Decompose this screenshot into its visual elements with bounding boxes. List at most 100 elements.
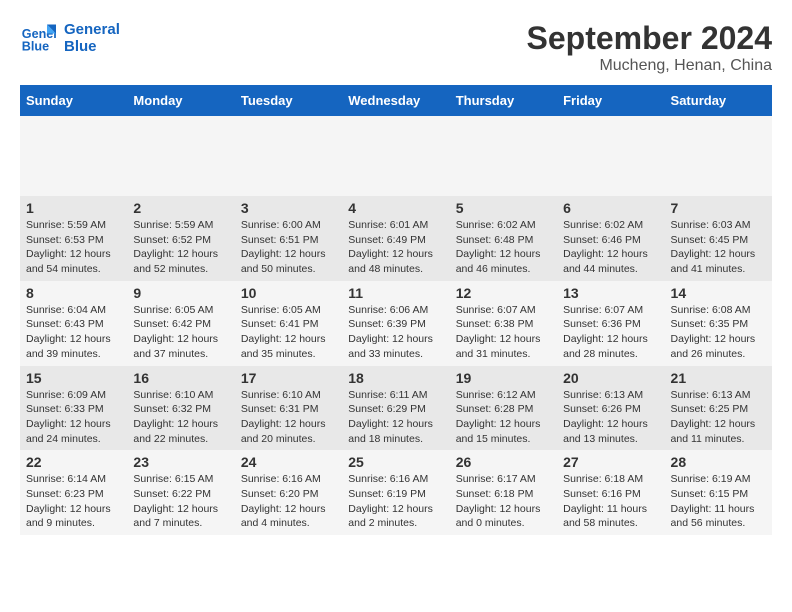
day-info: Sunrise: 6:07 AMSunset: 6:36 PMDaylight:…	[563, 303, 658, 362]
day-info: Sunrise: 6:16 AMSunset: 6:19 PMDaylight:…	[348, 472, 443, 531]
logo-text-blue: Blue	[64, 38, 120, 55]
day-number: 2	[133, 200, 228, 216]
title-area: September 2024 Mucheng, Henan, China	[527, 20, 772, 75]
calendar-cell: 10 Sunrise: 6:05 AMSunset: 6:41 PMDayligh…	[235, 281, 342, 366]
day-info: Sunrise: 5:59 AMSunset: 6:53 PMDaylight:…	[26, 218, 121, 277]
day-info: Sunrise: 6:12 AMSunset: 6:28 PMDaylight:…	[456, 388, 551, 447]
day-number: 26	[456, 454, 551, 470]
calendar-cell: 27 Sunrise: 6:18 AMSunset: 6:16 PMDayligh…	[557, 450, 664, 535]
week-row-4: 15 Sunrise: 6:09 AMSunset: 6:33 PMDayligh…	[20, 366, 772, 451]
day-number: 21	[671, 370, 766, 386]
day-number: 16	[133, 370, 228, 386]
day-number: 10	[241, 285, 336, 301]
calendar-cell: 12 Sunrise: 6:07 AMSunset: 6:38 PMDayligh…	[450, 281, 557, 366]
calendar-cell: 15 Sunrise: 6:09 AMSunset: 6:33 PMDayligh…	[20, 366, 127, 451]
day-info: Sunrise: 6:18 AMSunset: 6:16 PMDaylight:…	[563, 472, 658, 531]
day-info: Sunrise: 6:13 AMSunset: 6:26 PMDaylight:…	[563, 388, 658, 447]
day-info: Sunrise: 6:19 AMSunset: 6:15 PMDaylight:…	[671, 472, 766, 531]
header-wednesday: Wednesday	[342, 85, 449, 116]
day-number: 12	[456, 285, 551, 301]
day-info: Sunrise: 6:06 AMSunset: 6:39 PMDaylight:…	[348, 303, 443, 362]
calendar-cell: 25 Sunrise: 6:16 AMSunset: 6:19 PMDayligh…	[342, 450, 449, 535]
calendar-cell: 24Sunrise: 6:16 AMSunset: 6:20 PMDayligh…	[235, 450, 342, 535]
day-info: Sunrise: 6:14 AMSunset: 6:23 PMDaylight:…	[26, 472, 121, 531]
calendar-cell: 22 Sunrise: 6:14 AMSunset: 6:23 PMDayligh…	[20, 450, 127, 535]
day-number: 17	[241, 370, 336, 386]
week-row-3: 8 Sunrise: 6:04 AMSunset: 6:43 PMDaylight…	[20, 281, 772, 366]
day-number: 13	[563, 285, 658, 301]
calendar-cell: 20 Sunrise: 6:13 AMSunset: 6:26 PMDayligh…	[557, 366, 664, 451]
svg-text:Blue: Blue	[22, 40, 49, 54]
day-number: 4	[348, 200, 443, 216]
calendar-cell: 19 Sunrise: 6:12 AMSunset: 6:28 PMDayligh…	[450, 366, 557, 451]
page-header: General Blue General Blue September 2024…	[20, 20, 772, 75]
calendar-cell: 5 Sunrise: 6:02 AMSunset: 6:48 PMDaylight…	[450, 196, 557, 281]
day-number: 8	[26, 285, 121, 301]
week-row-5: 22 Sunrise: 6:14 AMSunset: 6:23 PMDayligh…	[20, 450, 772, 535]
day-number: 24	[241, 454, 336, 470]
day-info: Sunrise: 6:05 AMSunset: 6:41 PMDaylight:…	[241, 303, 336, 362]
day-number: 27	[563, 454, 658, 470]
calendar-cell	[450, 116, 557, 196]
header-sunday: Sunday	[20, 85, 127, 116]
calendar-cell	[342, 116, 449, 196]
calendar-cell: 28 Sunrise: 6:19 AMSunset: 6:15 PMDayligh…	[665, 450, 772, 535]
day-number: 22	[26, 454, 121, 470]
day-number: 28	[671, 454, 766, 470]
calendar-cell: 3 Sunrise: 6:00 AMSunset: 6:51 PMDaylight…	[235, 196, 342, 281]
calendar-cell: 17Sunrise: 6:10 AMSunset: 6:31 PMDayligh…	[235, 366, 342, 451]
day-number: 23	[133, 454, 228, 470]
day-info: Sunrise: 6:17 AMSunset: 6:18 PMDaylight:…	[456, 472, 551, 531]
header-friday: Friday	[557, 85, 664, 116]
day-headers: Sunday Monday Tuesday Wednesday Thursday…	[20, 85, 772, 116]
day-info: Sunrise: 6:15 AMSunset: 6:22 PMDaylight:…	[133, 472, 228, 531]
logo-text-general: General	[64, 21, 120, 38]
day-number: 9	[133, 285, 228, 301]
day-number: 3	[241, 200, 336, 216]
week-row-2: 1 Sunrise: 5:59 AMSunset: 6:53 PMDaylight…	[20, 196, 772, 281]
calendar-cell	[20, 116, 127, 196]
calendar-cell	[235, 116, 342, 196]
calendar-cell: 2 Sunrise: 5:59 AMSunset: 6:52 PMDaylight…	[127, 196, 234, 281]
calendar-cell: 7Sunrise: 6:03 AMSunset: 6:45 PMDaylight…	[665, 196, 772, 281]
day-number: 25	[348, 454, 443, 470]
day-number: 6	[563, 200, 658, 216]
location: Mucheng, Henan, China	[527, 57, 772, 75]
day-info: Sunrise: 6:11 AMSunset: 6:29 PMDaylight:…	[348, 388, 443, 447]
calendar-cell: 1 Sunrise: 5:59 AMSunset: 6:53 PMDaylight…	[20, 196, 127, 281]
header-tuesday: Tuesday	[235, 85, 342, 116]
day-number: 7	[671, 200, 766, 216]
calendar-cell: 8 Sunrise: 6:04 AMSunset: 6:43 PMDaylight…	[20, 281, 127, 366]
header-monday: Monday	[127, 85, 234, 116]
logo-icon: General Blue	[20, 20, 56, 56]
calendar-cell	[127, 116, 234, 196]
day-info: Sunrise: 6:08 AMSunset: 6:35 PMDaylight:…	[671, 303, 766, 362]
day-info: Sunrise: 6:04 AMSunset: 6:43 PMDaylight:…	[26, 303, 121, 362]
calendar-cell: 4Sunrise: 6:01 AMSunset: 6:49 PMDaylight…	[342, 196, 449, 281]
day-info: Sunrise: 6:09 AMSunset: 6:33 PMDaylight:…	[26, 388, 121, 447]
day-info: Sunrise: 6:13 AMSunset: 6:25 PMDaylight:…	[671, 388, 766, 447]
calendar-cell: 14Sunrise: 6:08 AMSunset: 6:35 PMDayligh…	[665, 281, 772, 366]
day-info: Sunrise: 6:02 AMSunset: 6:48 PMDaylight:…	[456, 218, 551, 277]
day-number: 5	[456, 200, 551, 216]
day-info: Sunrise: 6:10 AMSunset: 6:32 PMDaylight:…	[133, 388, 228, 447]
week-row-1	[20, 116, 772, 196]
calendar-cell	[557, 116, 664, 196]
calendar-cell: 16 Sunrise: 6:10 AMSunset: 6:32 PMDayligh…	[127, 366, 234, 451]
calendar-cell: 13 Sunrise: 6:07 AMSunset: 6:36 PMDayligh…	[557, 281, 664, 366]
day-number: 11	[348, 285, 443, 301]
logo: General Blue General Blue	[20, 20, 120, 56]
calendar-cell: 11 Sunrise: 6:06 AMSunset: 6:39 PMDayligh…	[342, 281, 449, 366]
day-info: Sunrise: 6:02 AMSunset: 6:46 PMDaylight:…	[563, 218, 658, 277]
day-number: 19	[456, 370, 551, 386]
day-number: 18	[348, 370, 443, 386]
day-info: Sunrise: 5:59 AMSunset: 6:52 PMDaylight:…	[133, 218, 228, 277]
day-info: Sunrise: 6:07 AMSunset: 6:38 PMDaylight:…	[456, 303, 551, 362]
day-info: Sunrise: 6:05 AMSunset: 6:42 PMDaylight:…	[133, 303, 228, 362]
day-number: 20	[563, 370, 658, 386]
day-number: 15	[26, 370, 121, 386]
day-info: Sunrise: 6:00 AMSunset: 6:51 PMDaylight:…	[241, 218, 336, 277]
calendar-cell: 6 Sunrise: 6:02 AMSunset: 6:46 PMDaylight…	[557, 196, 664, 281]
header-thursday: Thursday	[450, 85, 557, 116]
day-number: 1	[26, 200, 121, 216]
